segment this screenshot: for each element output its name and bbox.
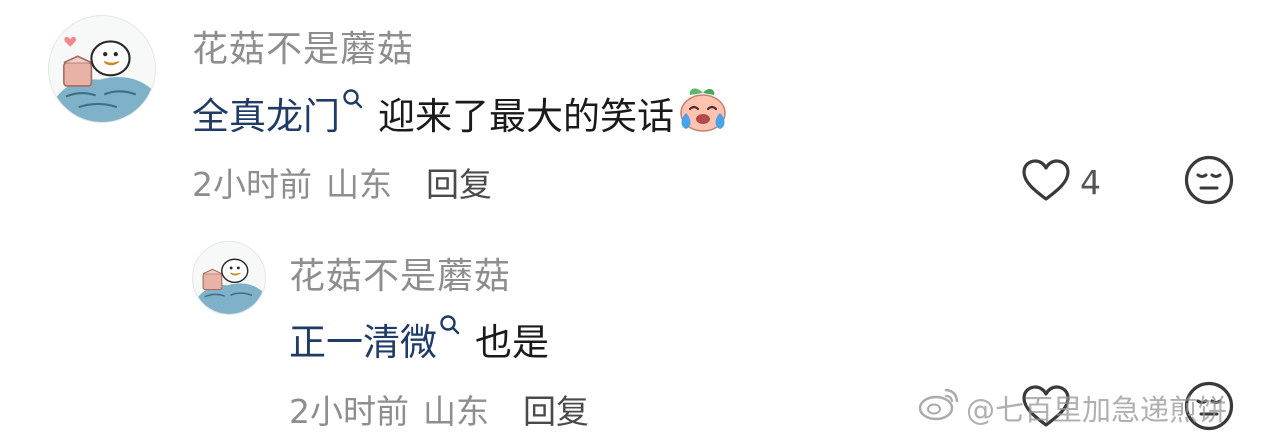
comment-text: 也是 [475, 321, 549, 364]
topic-link-label: 全真龙门 [192, 94, 340, 138]
reply-button[interactable]: 回复 [426, 158, 492, 206]
comment-time: 2小时前 [289, 392, 409, 431]
search-icon [342, 78, 364, 121]
heart-icon [1020, 158, 1072, 206]
reply-button[interactable]: 回复 [523, 385, 589, 433]
avatar[interactable] [48, 15, 156, 123]
crying-peach-emoji-icon [676, 83, 730, 142]
like-button[interactable]: 4 [1020, 158, 1101, 206]
topic-link-label: 正一清微 [289, 321, 437, 364]
weibo-logo-icon [918, 386, 960, 429]
comment-location: 山东 [423, 392, 489, 431]
watermark-text: @七百里加急递煎饼 [966, 392, 1228, 427]
like-count: 4 [1080, 162, 1101, 202]
comment-username[interactable]: 花菇不是蘑菇 [289, 247, 511, 299]
neutral-face-icon [1184, 155, 1234, 205]
duck-in-bed-icon [55, 36, 153, 122]
dislike-button[interactable] [1183, 154, 1235, 206]
search-icon [439, 304, 461, 347]
topic-link[interactable]: 正一清微 [289, 312, 461, 366]
comment-time: 2小时前 [192, 165, 312, 204]
comment-meta: 2小时前 山东 回复 [192, 158, 492, 206]
watermark: @七百里加急递煎饼 [918, 386, 1227, 429]
comment-location: 山东 [326, 165, 392, 204]
comment-content: 全真龙门 迎来了最大的笑话 [192, 83, 730, 142]
duck-in-bed-icon [197, 258, 264, 314]
comment-meta: 2小时前 山东 回复 [289, 385, 589, 433]
topic-link[interactable]: 全真龙门 [192, 86, 364, 140]
comment-username[interactable]: 花菇不是蘑菇 [192, 20, 414, 72]
comment-content: 正一清微 也是 [289, 312, 549, 366]
avatar[interactable] [192, 241, 266, 315]
comment-text: 迎来了最大的笑话 [378, 94, 674, 138]
